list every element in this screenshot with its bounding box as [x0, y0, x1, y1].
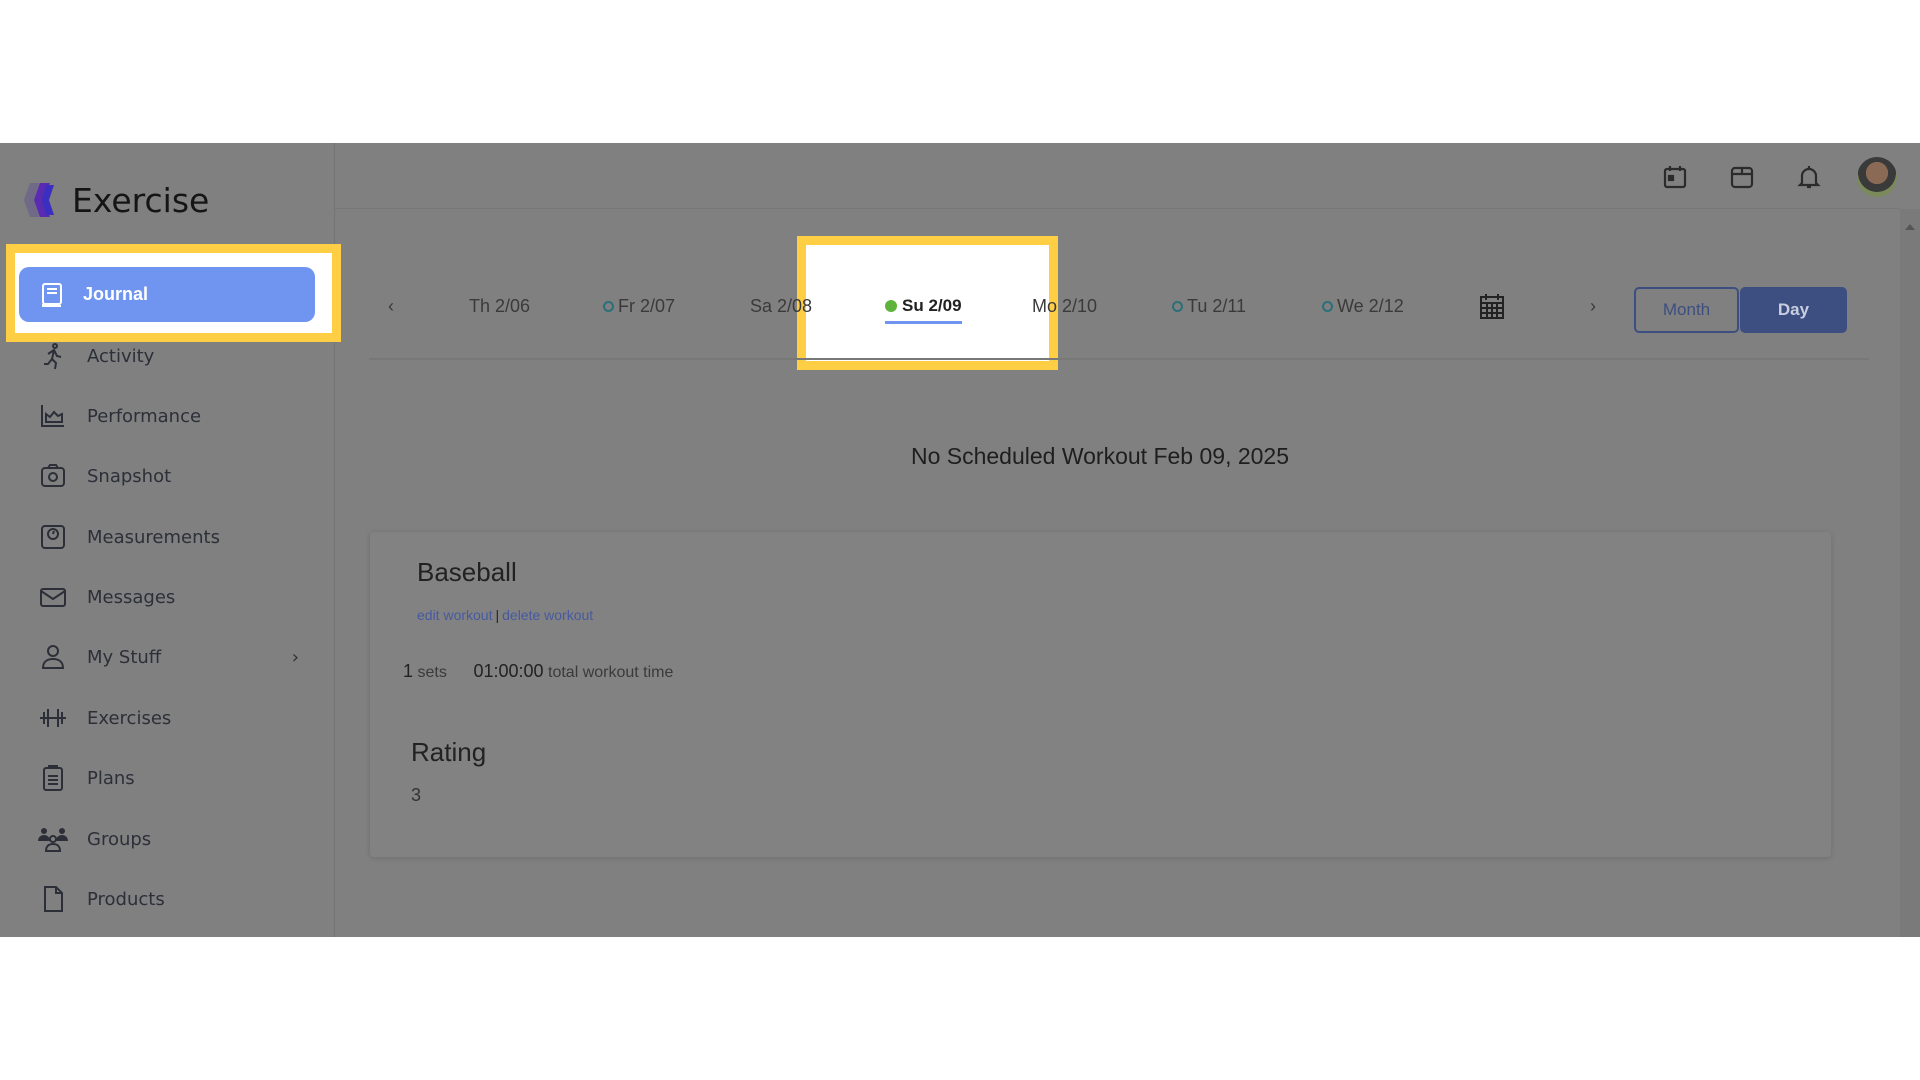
calendar-picker-icon[interactable]: [1479, 292, 1505, 320]
calendar-icon[interactable]: [1661, 163, 1689, 191]
app-title: Exercise: [72, 181, 210, 220]
rating-title: Rating: [411, 737, 487, 767]
date-label: Mo 2/10: [1032, 296, 1098, 316]
date-tab-selected[interactable]: Su 2/09: [885, 296, 962, 316]
date-tab[interactable]: Sa 2/08: [750, 296, 812, 317]
date-tab[interactable]: Th 2/06: [469, 296, 530, 317]
app-screen: Exercise Journal Activity Performance Sn…: [0, 143, 1920, 937]
sidebar-item-label: Exercises: [87, 707, 172, 729]
edit-workout-link[interactable]: edit workout: [417, 607, 492, 623]
workout-actions: edit workout | delete workout: [417, 607, 593, 623]
sidebar-item-label: Products: [87, 888, 165, 910]
rating-value: 3: [411, 785, 422, 805]
sidebar-item-label: Plans: [87, 767, 135, 789]
sidebar-item-my-stuff[interactable]: My Stuff ›: [34, 643, 299, 671]
chart-icon: [41, 405, 64, 427]
logo-icon: [24, 183, 54, 217]
bell-icon[interactable]: [1795, 163, 1823, 191]
sidebar-item-messages[interactable]: Messages: [34, 583, 299, 611]
time-label: total workout time: [548, 664, 674, 681]
date-label: Sa 2/08: [750, 296, 813, 316]
ring-marker-icon: [1172, 301, 1183, 312]
sidebar-item-measurements[interactable]: Measurements: [34, 523, 299, 551]
scale-icon: [41, 525, 65, 549]
date-label: Su 2/09: [902, 296, 962, 315]
group-icon: [38, 828, 68, 852]
date-tab[interactable]: Fr 2/07: [603, 296, 675, 317]
sets-value: 1: [403, 661, 414, 681]
sidebar-item-plans[interactable]: Plans: [34, 764, 299, 792]
journal-icon: [42, 282, 62, 307]
no-workout-message: No Scheduled Workout Feb 09, 2025: [910, 443, 1290, 469]
dot-marker-icon: [885, 300, 897, 312]
prev-week-button[interactable]: ‹: [388, 296, 394, 317]
avatar[interactable]: [1857, 157, 1897, 197]
sidebar-item-label: Messages: [87, 586, 176, 608]
month-view-button[interactable]: Month: [1634, 287, 1739, 333]
scrollbar[interactable]: [1900, 209, 1920, 937]
date-tab[interactable]: Mo 2/10: [1032, 296, 1097, 317]
date-tab[interactable]: We 2/12: [1322, 296, 1404, 317]
sidebar-item-groups[interactable]: Groups: [34, 825, 299, 853]
sets-label: sets: [417, 664, 447, 681]
file-icon: [44, 886, 63, 912]
sidebar-item-journal[interactable]: Journal: [19, 267, 315, 322]
delete-workout-link[interactable]: delete workout: [502, 607, 593, 623]
sidebar-item-activity[interactable]: Activity: [34, 342, 299, 370]
running-icon: [44, 343, 62, 370]
divider: [369, 358, 1869, 360]
scroll-up-icon[interactable]: [1905, 219, 1915, 230]
sidebar-item-label: My Stuff: [87, 646, 162, 668]
ring-marker-icon: [603, 301, 614, 312]
date-label: Tu 2/11: [1187, 296, 1247, 316]
time-value: 01:00:00: [473, 661, 544, 681]
dumbbell-icon: [40, 709, 66, 727]
chevron-right-icon: ›: [1590, 296, 1596, 316]
workout-card: Baseball edit workout | delete workout 1 s…: [370, 532, 1831, 857]
sidebar-item-label: Performance: [87, 405, 202, 427]
sidebar-item-products[interactable]: Products: [34, 885, 299, 913]
clipboard-icon: [43, 765, 63, 791]
chevron-right-icon[interactable]: ›: [292, 647, 299, 668]
next-week-button[interactable]: ›: [1590, 296, 1596, 317]
workout-name: Baseball: [417, 557, 517, 587]
day-view-button[interactable]: Day: [1740, 287, 1847, 333]
date-label: We 2/12: [1337, 296, 1404, 316]
selected-underline: [885, 321, 962, 324]
user-icon: [41, 645, 65, 669]
sidebar: Exercise Journal Activity Performance Sn…: [0, 143, 341, 937]
ring-marker-icon: [1322, 301, 1333, 312]
workout-stats: 1 sets 01:00:00 total workout time: [403, 661, 673, 682]
separator: |: [495, 607, 500, 623]
sidebar-item-label: Journal: [83, 284, 149, 304]
box-icon[interactable]: [1728, 163, 1756, 191]
sidebar-item-exercises[interactable]: Exercises: [34, 704, 299, 732]
mail-icon: [40, 588, 66, 607]
sidebar-item-label: Measurements: [87, 526, 220, 548]
sidebar-item-performance[interactable]: Performance: [34, 402, 299, 430]
sidebar-item-label: Activity: [87, 345, 155, 367]
chevron-left-icon: ‹: [388, 296, 394, 316]
sidebar-item-label: Groups: [87, 828, 152, 850]
date-tab[interactable]: Tu 2/11: [1172, 296, 1246, 317]
date-label: Fr 2/07: [618, 296, 676, 316]
date-label: Th 2/06: [469, 296, 531, 316]
